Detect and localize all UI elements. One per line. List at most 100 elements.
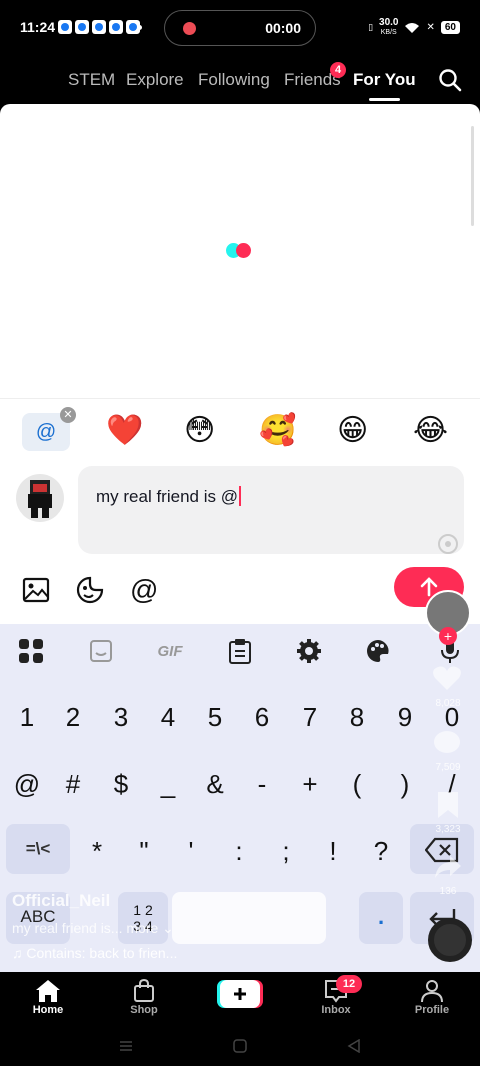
emoji-heart[interactable]: ❤️ (106, 413, 143, 449)
key-asterisk[interactable]: * (77, 836, 117, 867)
key-plus[interactable]: + (290, 769, 330, 800)
emoji-smiling-hearts[interactable]: 🥰 (259, 413, 296, 449)
apps-grid-icon[interactable] (17, 638, 45, 664)
space-key[interactable] (172, 892, 326, 944)
composer-tools: @ (22, 574, 158, 606)
video-caption[interactable]: my real friend is... more ⌄ (12, 920, 174, 937)
heart-icon[interactable] (432, 664, 462, 692)
screen-record-pill[interactable]: 00:00 (164, 10, 316, 46)
close-icon[interactable]: ✕ (60, 407, 76, 423)
share-count: 136 (439, 886, 457, 897)
bookmark-icon[interactable] (436, 790, 460, 820)
mention-chip-label: @ (35, 420, 57, 443)
key-underscore[interactable]: _ (148, 769, 188, 800)
avatar[interactable] (16, 474, 64, 522)
notification-icons (58, 20, 140, 34)
key-1[interactable]: 1 (7, 702, 47, 733)
sheet-scrollbar[interactable] (471, 126, 474, 226)
messenger-icon (58, 20, 72, 34)
key-4[interactable]: 4 (148, 702, 188, 733)
clock: 11:24 (20, 19, 56, 35)
gear-icon[interactable] (295, 638, 323, 664)
nav-profile[interactable]: Profile (392, 978, 472, 1016)
emoji-flushed[interactable]: 😳 (184, 413, 215, 449)
status-bar: 11:24 00:00 ▯ 30.0 KB/S ✕ 60 (0, 0, 480, 56)
follow-plus-icon[interactable]: + (439, 627, 457, 645)
key-hash[interactable]: # (53, 769, 93, 800)
record-icon (183, 22, 196, 35)
tab-stem[interactable]: STEM (68, 70, 115, 90)
like-count: 8,028 (435, 698, 461, 709)
messenger-icon (109, 20, 123, 34)
record-timer: 00:00 (265, 20, 301, 36)
more-notifications-dot (137, 25, 142, 30)
mention-chip[interactable]: @ ✕ (22, 407, 76, 451)
search-icon[interactable] (438, 68, 462, 92)
save-count: 3,323 (435, 824, 461, 835)
at-mention-icon[interactable]: @ (130, 574, 158, 606)
bottom-nav: Home Shop Inbox 12 Profile (0, 972, 480, 1026)
key-minus[interactable]: - (242, 769, 282, 800)
key-7[interactable]: 7 (290, 702, 330, 733)
battery-indicator: 60 (440, 21, 460, 34)
key-question[interactable]: ? (361, 836, 401, 867)
key-9[interactable]: 9 (385, 702, 425, 733)
key-5[interactable]: 5 (195, 702, 235, 733)
tab-explore[interactable]: Explore (126, 70, 184, 90)
top-feed-tabs: STEM Explore Following Friends 4 For You (0, 56, 480, 104)
system-nav-bar (0, 1026, 480, 1066)
numpad-label-top: 1 2 (133, 902, 153, 918)
tab-following[interactable]: Following (198, 70, 270, 90)
sticker-icon[interactable] (74, 574, 106, 606)
key-single-quote[interactable]: ' (171, 836, 211, 867)
back-icon[interactable] (347, 1039, 361, 1053)
key-exclamation[interactable]: ! (313, 836, 353, 867)
net-speed: 30.0 KB/S (379, 17, 399, 37)
key-at[interactable]: @ (7, 769, 47, 800)
nav-home[interactable]: Home (8, 978, 88, 1016)
comment-input[interactable]: my real friend is @ (78, 466, 464, 554)
image-icon[interactable] (22, 576, 50, 604)
key-6[interactable]: 6 (242, 702, 282, 733)
video-username[interactable]: Official_Neil (12, 891, 110, 911)
alarm-icon: ✕ (426, 22, 435, 33)
create-plus-icon[interactable] (217, 980, 263, 1008)
ai-image-icon[interactable] (436, 532, 460, 556)
key-3[interactable]: 3 (101, 702, 141, 733)
comment-icon[interactable] (433, 730, 461, 756)
system-status: ▯ 30.0 KB/S ✕ 60 (368, 18, 460, 37)
music-disc[interactable] (428, 918, 472, 962)
sticker-icon[interactable] (87, 638, 115, 664)
emoji-joy[interactable]: 😂 (413, 413, 448, 449)
comment-input-text: my real friend is @ (96, 486, 241, 507)
nav-profile-label: Profile (414, 1004, 450, 1016)
key-open-paren[interactable]: ( (337, 769, 377, 800)
tab-for-you[interactable]: For You (353, 70, 416, 101)
nav-shop[interactable]: Shop (104, 978, 184, 1016)
key-colon[interactable]: : (219, 836, 259, 867)
nav-home-label: Home (32, 1004, 64, 1016)
key-ampersand[interactable]: & (195, 769, 235, 800)
key-8[interactable]: 8 (337, 702, 377, 733)
menu-icon[interactable] (119, 1039, 133, 1053)
key-period[interactable]: . (359, 892, 403, 944)
gif-button[interactable]: GIF (155, 638, 185, 664)
clipboard-icon[interactable] (226, 638, 254, 664)
shopping-bag-icon (104, 978, 184, 1004)
key-dollar[interactable]: $ (101, 769, 141, 800)
key-semicolon[interactable]: ; (266, 836, 306, 867)
home-icon (8, 978, 88, 1004)
user-avatar-icon (28, 480, 52, 518)
key-double-quote[interactable]: " (124, 836, 164, 867)
comment-count: 7,509 (435, 762, 461, 773)
palette-icon[interactable] (364, 638, 392, 664)
home-square-icon[interactable] (233, 1039, 247, 1053)
share-icon[interactable] (434, 854, 462, 880)
keyboard-toolbar: GIF (0, 624, 480, 676)
emoji-grin[interactable]: 😁 (337, 413, 368, 449)
key-2[interactable]: 2 (53, 702, 93, 733)
messenger-icon (75, 20, 89, 34)
key-close-paren[interactable]: ) (385, 769, 425, 800)
music-credit[interactable]: ♫ Contains: back to frien... (12, 945, 177, 961)
key-symbols-toggle[interactable]: =\< (6, 824, 70, 874)
